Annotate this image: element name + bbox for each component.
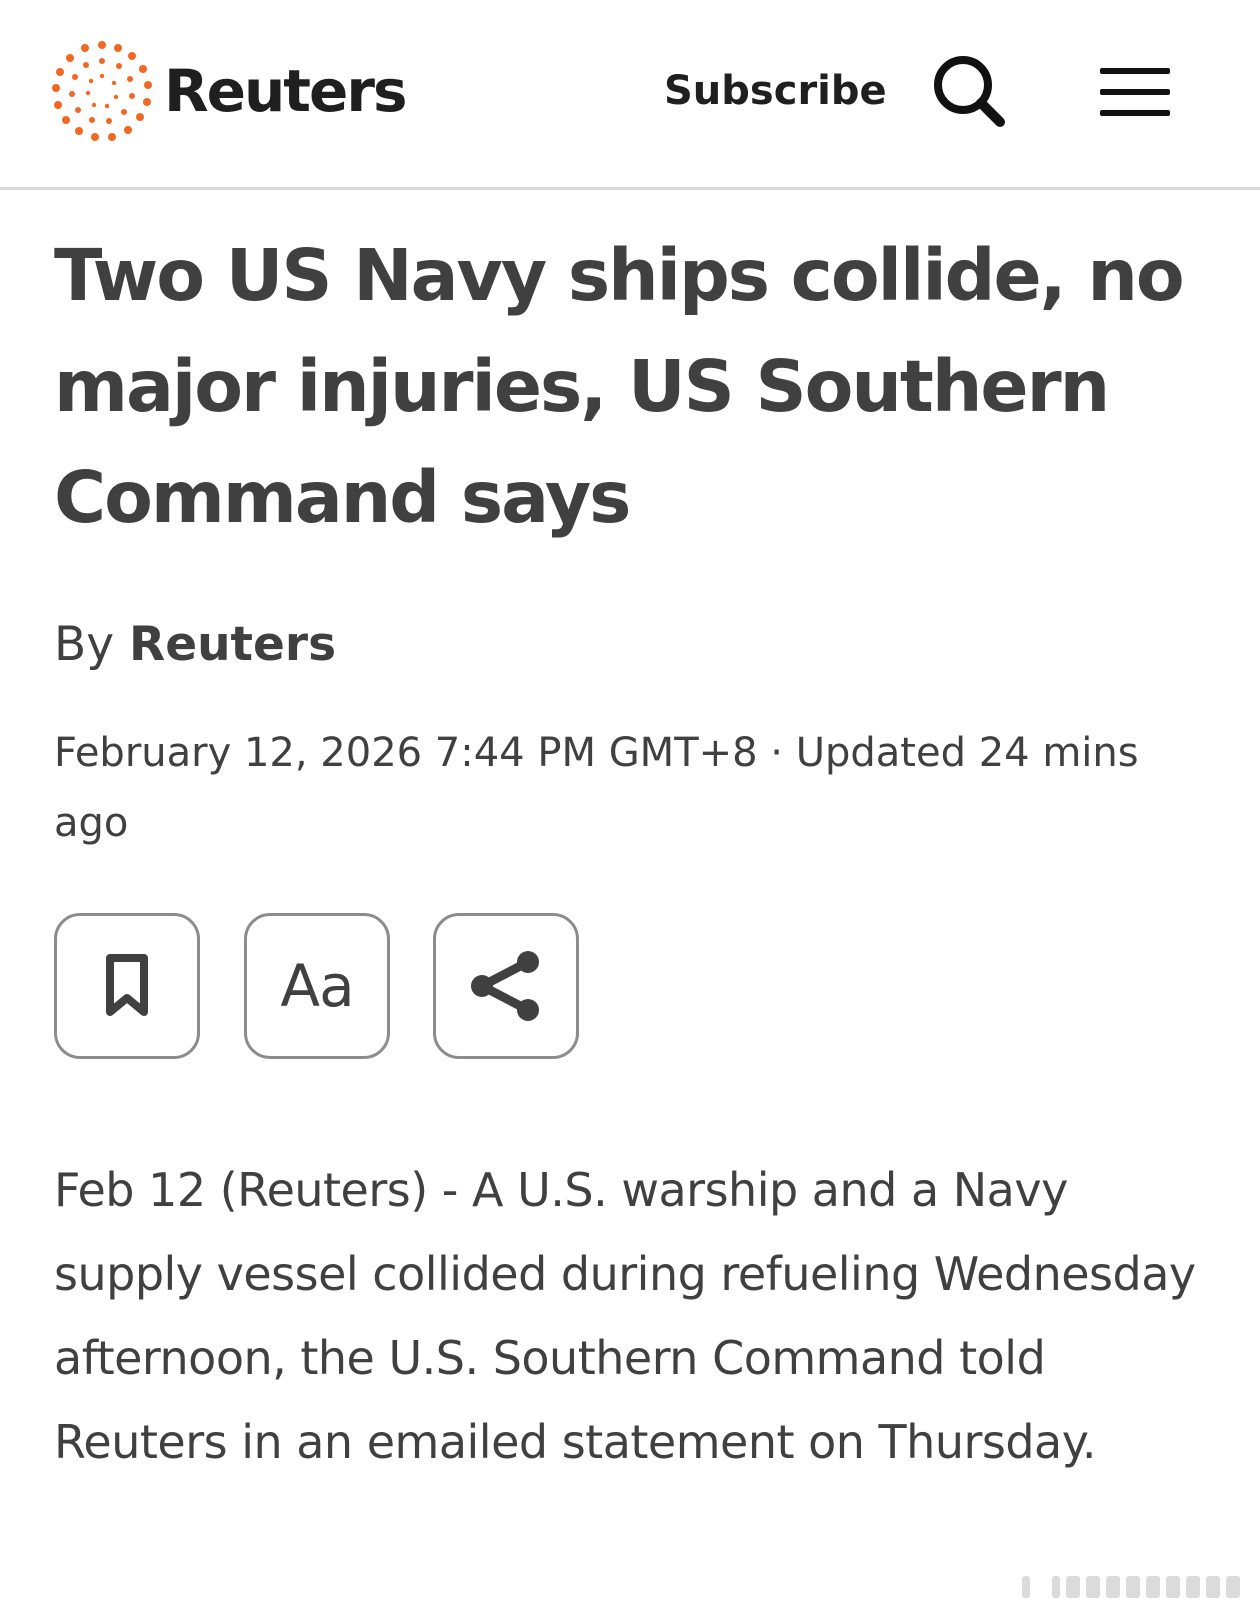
bookmark-button[interactable] [54,913,200,1059]
font-size-button[interactable]: Aa [244,913,390,1059]
reuters-logo-icon[interactable] [52,41,152,141]
byline: By Reuters [54,614,336,676]
article-body-paragraph: Feb 12 (Reuters) - A U.S. warship and a … [54,1163,1196,1469]
byline-author-link[interactable]: Reuters [129,617,336,672]
byline-prefix: By [54,617,115,672]
watermark-icon [1022,1576,1240,1598]
article-headline: Two US Navy ships collide, no major inju… [54,234,1185,539]
brand-wordmark[interactable]: Reuters [164,53,407,129]
site-header: Reuters Subscribe [0,0,1260,190]
share-button[interactable] [433,913,579,1059]
search-icon[interactable] [930,52,1010,132]
subscribe-button[interactable]: Subscribe [664,64,887,118]
hamburger-menu-icon[interactable] [1100,66,1170,118]
article-dateline: February 12, 2026 7:44 PM GMT+8 · Update… [54,730,1139,846]
bookmark-icon [106,954,148,1016]
font-size-label: Aa [280,952,354,1020]
share-icon [471,951,539,1021]
